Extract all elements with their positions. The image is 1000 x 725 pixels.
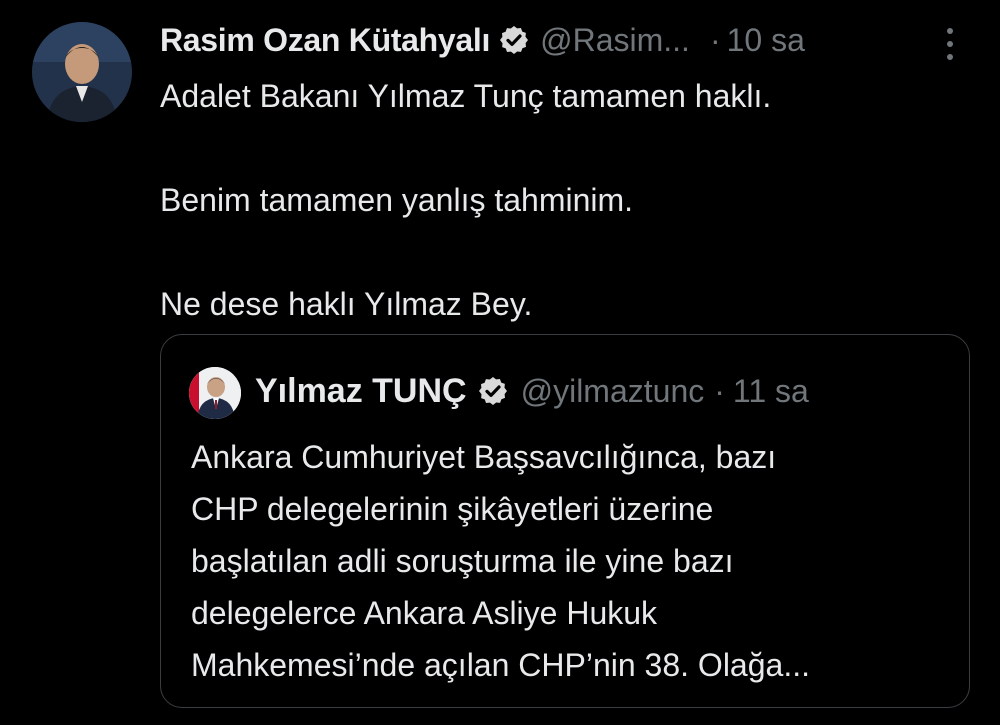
author-avatar[interactable] (32, 22, 132, 122)
tweet-body: Adalet Bakanı Yılmaz Tunç tamamen haklı.… (160, 70, 960, 330)
separator-dot: · (709, 21, 721, 58)
quoted-verified-badge-icon (478, 377, 507, 405)
verified-badge-icon (500, 26, 529, 54)
quoted-author-avatar (189, 367, 241, 419)
quoted-author-avatar-image (189, 367, 241, 419)
author-avatar-image (32, 22, 132, 122)
tweet-timestamp[interactable]: 10 sa (727, 22, 805, 59)
quoted-tweet-timestamp[interactable]: 11 sa (733, 373, 809, 410)
author-handle[interactable]: @Rasim... (540, 22, 690, 59)
quoted-body-line: delegelerce Ankara Asliye Hukuk (191, 595, 658, 631)
quoted-body-line: Mahkemesi’nde açılan CHP’nin 38. Olağa..… (191, 647, 810, 683)
quoted-tweet-body: Ankara Cumhuriyet Başsavcılığınca, bazı … (191, 431, 951, 691)
quoted-body-line: başlatılan adli soruşturma ile yine bazı (191, 543, 734, 579)
quoted-body-line: Ankara Cumhuriyet Başsavcılığınca, bazı (191, 439, 777, 475)
more-options-icon[interactable] (938, 24, 962, 64)
quoted-author-handle[interactable]: @yilmaztunc (521, 373, 705, 410)
tweet-body-line: Adalet Bakanı Yılmaz Tunç tamamen haklı. (160, 78, 772, 114)
tweet-body-line: Ne dese haklı Yılmaz Bey. (160, 286, 533, 322)
quoted-separator-dot: · (714, 372, 725, 409)
quoted-author-name[interactable]: Yılmaz TUNÇ (255, 372, 467, 411)
tweet[interactable]: Rasim Ozan Kütahyalı @Rasim... · 10 sa A… (0, 0, 1000, 725)
quoted-tweet-header: Yılmaz TUNÇ @yilmaztunc · 11 sa (255, 369, 809, 413)
quoted-tweet-card[interactable]: Yılmaz TUNÇ @yilmaztunc · 11 sa Ankara C… (160, 334, 970, 708)
tweet-body-line: Benim tamamen yanlış tahminim. (160, 182, 634, 218)
tweet-header: Rasim Ozan Kütahyalı @Rasim... · 10 sa (160, 18, 805, 62)
quoted-body-line: CHP delegelerinin şikâyetleri üzerine (191, 491, 714, 527)
author-name[interactable]: Rasim Ozan Kütahyalı (160, 22, 490, 59)
